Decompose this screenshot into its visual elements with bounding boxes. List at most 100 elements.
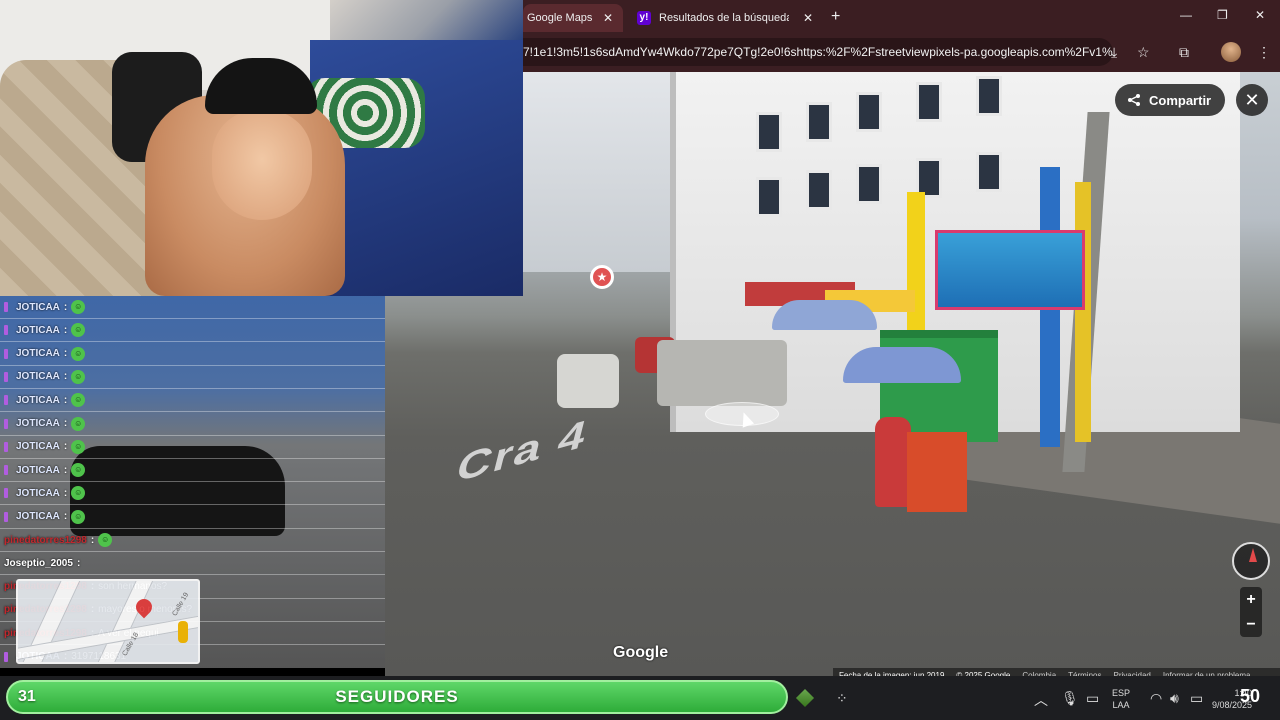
chat-username[interactable]: JOTICAA (16, 511, 60, 522)
emote-icon: ☺ (71, 439, 86, 454)
chat-overlay: JOTICAA: ☺ JOTICAA: ☺ JOTICAA: ☺ JOTICAA: ☺ JOTI… (0, 296, 385, 668)
tab-google-maps[interactable]: Google Maps ✕ (523, 4, 623, 32)
chat-message: JOTICAA: ☺ (0, 319, 385, 343)
share-icon (1128, 94, 1140, 106)
tab-strip: Google Maps ✕ y! Resultados de la búsque… (523, 0, 1280, 34)
zoom-out-button[interactable]: − (1240, 612, 1262, 637)
map-street-label: Calle 19 (171, 591, 191, 618)
chat-separator: : (90, 534, 95, 546)
close-window-icon[interactable]: ✕ (1255, 8, 1265, 22)
minimize-icon[interactable]: — (1180, 8, 1192, 22)
close-tab-icon[interactable]: ✕ (593, 11, 613, 25)
chat-message: JOTICAA: ☺ (0, 482, 385, 506)
menu-kebab-icon[interactable]: ⋮ (1257, 44, 1271, 61)
chat-username[interactable]: pinedatorres1298 (4, 535, 87, 546)
chat-message: JOTICAA: ☺ (0, 389, 385, 413)
microphone-icon[interactable]: 🎙︎ (1061, 690, 1079, 707)
new-tab-button[interactable]: + (831, 8, 840, 26)
chat-separator: : (63, 394, 68, 406)
emote-icon: ☺ (71, 393, 86, 408)
battery-icon[interactable]: ▭ (1190, 690, 1203, 707)
install-icon[interactable]: ⤓ (1111, 44, 1117, 61)
subscriber-badge-icon (4, 651, 8, 662)
profile-avatar[interactable] (1221, 42, 1241, 62)
chat-separator: : (63, 511, 68, 523)
shop-sign (935, 230, 1085, 310)
window (856, 164, 882, 204)
chat-username[interactable]: JOTICAA (16, 488, 60, 499)
window (976, 152, 1002, 192)
place-marker-icon[interactable]: ★ (590, 265, 614, 289)
tab-yahoo-results[interactable]: y! Resultados de la búsqueda de ✕ (627, 4, 823, 32)
close-icon: ✕ (1244, 90, 1260, 110)
chat-username[interactable]: JOTICAA (16, 441, 60, 452)
road-marking: Cra 4 (452, 410, 594, 491)
umbrella (772, 300, 877, 330)
chat-message: JOTICAA: ☺ (0, 366, 385, 389)
subscriber-badge-icon (4, 325, 8, 336)
app-grid-icon[interactable]: ⁘ (836, 690, 848, 707)
address-bar[interactable]: 7!1e1!3m5!1s6sdAmdYw4Wkdo772pe7QTg!2e0!6… (523, 38, 1113, 66)
bookmark-star-icon[interactable]: ☆ (1137, 44, 1150, 61)
chat-message: JOTICAA: ☺ (0, 413, 385, 436)
chat-message: JOTICAA: ☺ (0, 506, 385, 529)
restore-icon[interactable]: ❐ (1217, 8, 1228, 22)
subscriber-badge-icon (4, 465, 8, 476)
pegman-icon[interactable] (178, 621, 188, 643)
chat-username[interactable]: Joseptio_2005 (4, 558, 73, 569)
chat-message: pinedatorres1298: ☺ (0, 529, 385, 552)
yahoo-icon: y! (637, 11, 651, 25)
umbrella (843, 347, 961, 383)
chat-username[interactable]: JOTICAA (16, 371, 60, 382)
language-indicator[interactable]: ESP LAA (1112, 687, 1130, 711)
car (557, 354, 619, 408)
chat-message: Joseptio_2005: (0, 552, 385, 576)
chat-username[interactable]: JOTICAA (16, 325, 60, 336)
display-icon[interactable]: ▭ (1086, 690, 1099, 707)
cart (907, 432, 967, 512)
mini-map[interactable]: Calle 18 Calle 19 (16, 579, 200, 664)
app-cube-icon[interactable] (795, 688, 815, 708)
zoom-in-button[interactable]: + (1240, 587, 1262, 612)
window (856, 92, 882, 132)
browser-window: Google Maps ✕ y! Resultados de la búsque… (523, 0, 1280, 72)
extensions-icon[interactable]: ⧉ (1179, 44, 1189, 61)
emote-icon: ☺ (71, 369, 86, 384)
chat-message: JOTICAA: ☺ (0, 296, 385, 319)
yellow-pillar (1075, 182, 1091, 442)
subscriber-badge-icon (4, 348, 8, 359)
window (756, 177, 782, 217)
emote-icon: ☺ (71, 486, 86, 501)
chevron-up-icon[interactable]: ︿ (1034, 690, 1048, 710)
share-label: Compartir (1149, 92, 1212, 108)
emote-icon: ☺ (71, 509, 86, 524)
chat-username[interactable]: JOTICAA (16, 395, 60, 406)
chat-username[interactable]: JOTICAA (16, 348, 60, 359)
subscriber-badge-icon (4, 418, 8, 429)
subscriber-badge-icon (4, 302, 8, 312)
emote-icon: ☺ (71, 463, 86, 478)
chat-username[interactable]: JOTICAA (16, 418, 60, 429)
subscriber-badge-icon (4, 441, 8, 452)
chat-username[interactable]: JOTICAA (16, 465, 60, 476)
volume-icon[interactable]: 🔊︎ (1170, 690, 1179, 707)
language-code: ESP (1112, 688, 1131, 698)
chat-separator: : (63, 301, 68, 313)
chat-username[interactable]: JOTICAA (16, 302, 60, 313)
chat-message: JOTICAA: ☺ (0, 343, 385, 366)
chat-separator: : (63, 418, 68, 429)
wifi-icon[interactable]: ◠ (1150, 690, 1162, 707)
chat-separator: : (76, 557, 81, 569)
close-tab-icon[interactable]: ✕ (793, 11, 813, 25)
subscriber-badge-icon (4, 488, 8, 499)
map-road (88, 581, 154, 662)
window (916, 82, 942, 122)
chat-separator: : (63, 487, 68, 499)
share-button[interactable]: Compartir (1115, 84, 1226, 116)
follower-label: SEGUIDORES (335, 687, 459, 706)
compass-button[interactable] (1232, 542, 1270, 580)
chat-separator: : (63, 348, 68, 360)
close-street-view-button[interactable]: ✕ (1236, 84, 1268, 116)
tab-label: Google Maps (527, 12, 593, 24)
window (806, 170, 832, 210)
